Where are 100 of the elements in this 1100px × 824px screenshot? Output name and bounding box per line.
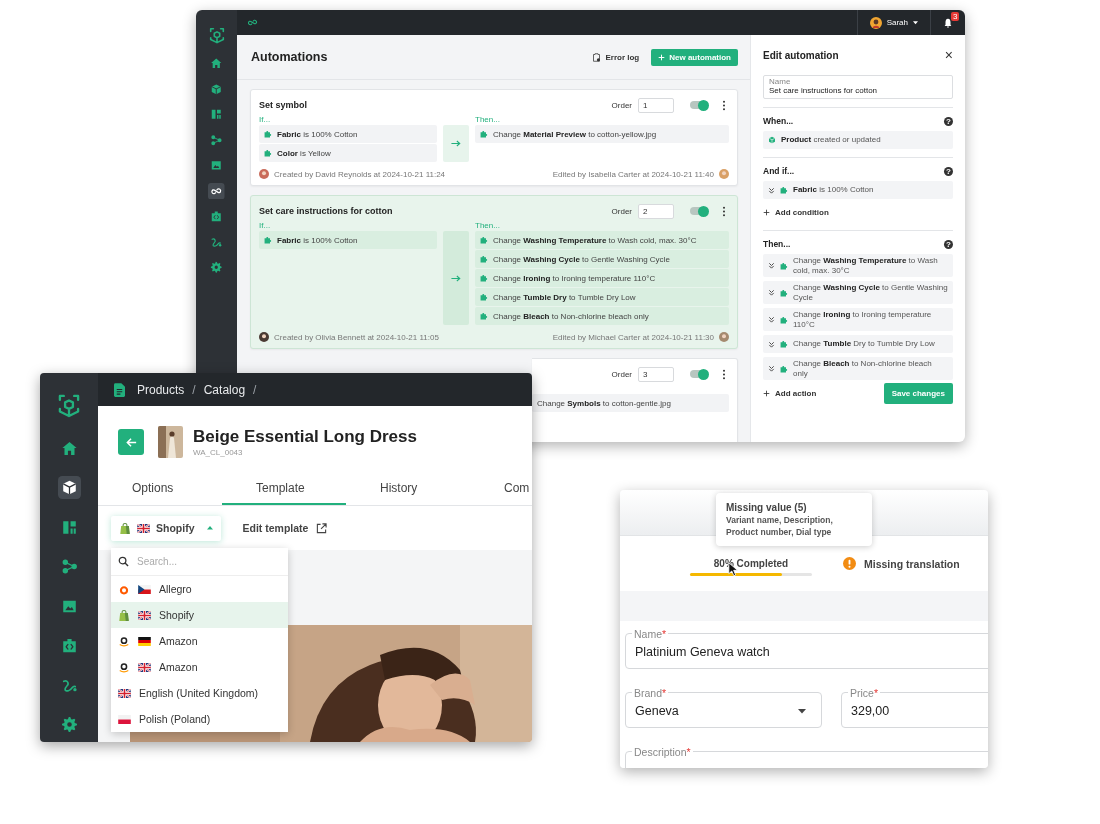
toggle-switch[interactable] xyxy=(690,207,708,215)
smile-logo-icon xyxy=(118,660,130,674)
more-icon[interactable] xyxy=(722,205,726,217)
puzzle-icon xyxy=(264,149,272,157)
avatar xyxy=(259,332,269,342)
uk-flag-icon xyxy=(137,523,150,533)
product-code: WA_CL_0043 xyxy=(193,448,244,457)
dropdown-option[interactable]: Polish (Poland) xyxy=(111,706,288,732)
dropdown-option[interactable]: Amazon xyxy=(111,654,288,680)
help-icon[interactable]: ? xyxy=(944,166,953,176)
uk-flag-icon xyxy=(138,662,151,672)
action-row[interactable]: Change Tumble Dry to Tumble Dry Low xyxy=(475,288,729,306)
link-icon[interactable] xyxy=(208,182,225,199)
order-field[interactable]: 1 xyxy=(638,97,674,113)
puzzle-icon xyxy=(480,274,488,282)
warning-icon xyxy=(843,557,856,570)
field-label: Name* xyxy=(634,628,667,640)
arrow-icon xyxy=(451,274,461,282)
logo-icon[interactable] xyxy=(207,26,226,44)
automation-card[interactable]: Order 3 Change Symbols to cotton-gentle.jpg xyxy=(532,358,738,442)
puzzle-icon xyxy=(780,340,788,348)
double-chevron-icon[interactable] xyxy=(768,340,775,348)
avatar xyxy=(259,169,269,179)
double-chevron-icon[interactable] xyxy=(768,289,775,296)
user-menu[interactable]: Sarah xyxy=(856,10,931,35)
add-button[interactable]: Add action xyxy=(763,389,817,398)
action-row[interactable]: Change Bleach to Non-chlorine bleach only xyxy=(475,307,729,325)
section-title: When... xyxy=(763,116,794,126)
double-chevron-icon[interactable] xyxy=(768,186,775,194)
tab[interactable]: Options xyxy=(98,472,222,505)
double-chevron-icon[interactable] xyxy=(768,262,775,269)
trigger-row[interactable]: Product created or updated xyxy=(763,131,953,149)
edit-template-link[interactable]: Edit template xyxy=(242,522,328,534)
avatar xyxy=(719,332,729,342)
toggle-switch[interactable] xyxy=(690,370,708,378)
smile-logo-icon xyxy=(118,634,130,648)
help-icon[interactable]: ? xyxy=(944,116,953,126)
double-chevron-icon[interactable] xyxy=(768,316,775,323)
order-field[interactable]: 3 xyxy=(638,366,674,382)
panel-title: Edit automation xyxy=(763,49,839,61)
action-row[interactable]: Change Washing Cycle to Gentle Washing Cycle xyxy=(763,281,953,304)
tab[interactable]: Com xyxy=(470,472,530,505)
dropdown-option[interactable]: English (United Kingdom) xyxy=(111,680,288,706)
uk-flag-icon xyxy=(138,610,151,620)
automation-title: Set symbol xyxy=(259,100,307,110)
condition-row[interactable]: Fabric is 100% Cotton xyxy=(259,231,437,249)
back-button[interactable] xyxy=(118,429,144,455)
dropdown-option[interactable]: Allegro xyxy=(111,576,288,602)
action-row[interactable]: Change Washing Cycle to Gentle Washing Cycle xyxy=(475,250,729,268)
breadcrumb-link[interactable]: Catalog xyxy=(203,382,246,397)
tab[interactable]: Template xyxy=(222,472,346,505)
puzzle-icon xyxy=(480,312,488,320)
if-label: If... xyxy=(259,115,272,124)
help-icon[interactable]: ? xyxy=(944,239,953,249)
notification-badge: 3 xyxy=(951,12,960,21)
breadcrumb-separator: / xyxy=(192,382,196,397)
field-label: Description* xyxy=(634,746,691,758)
add-button[interactable]: Add condition xyxy=(763,207,829,217)
action-row[interactable]: Change Washing Temperature to Wash cold, max. 30°C xyxy=(763,254,953,277)
condition-row[interactable]: Fabric is 100% Cotton xyxy=(259,125,437,143)
then-label: Then... xyxy=(475,221,501,230)
order-field[interactable]: 2 xyxy=(638,203,674,219)
action-row[interactable]: Change Ironing to Ironing temperature 110°C xyxy=(475,269,729,287)
gear-icon[interactable] xyxy=(208,259,225,276)
tab[interactable]: History xyxy=(346,472,470,505)
dropdown-option[interactable]: Amazon xyxy=(111,628,288,654)
more-icon[interactable] xyxy=(722,368,726,380)
close-button[interactable]: × xyxy=(944,48,953,62)
channel-dropdown[interactable]: Shopify xyxy=(111,515,221,541)
more-icon[interactable] xyxy=(722,99,726,111)
logo-icon[interactable] xyxy=(56,392,82,418)
condition-row[interactable]: Fabric is 100% Cotton xyxy=(763,181,953,199)
action-row[interactable]: Change Symbols to cotton-gentle.jpg xyxy=(532,394,729,412)
then-label: Then... xyxy=(475,115,501,124)
plus-icon xyxy=(763,208,770,216)
caret-icon xyxy=(206,526,213,530)
condition-row[interactable]: Color is Yellow xyxy=(259,144,437,162)
created-note: Created by Olivia Bennett at 2024-10-21 11:05 xyxy=(274,332,439,342)
action-row[interactable]: Change Bleach to Non-chlorine bleach only xyxy=(763,357,953,380)
puzzle-icon xyxy=(480,236,488,244)
cube-icon[interactable] xyxy=(57,476,81,499)
external-link-icon xyxy=(316,522,328,534)
breadcrumb-link[interactable]: Products xyxy=(137,382,185,397)
puzzle-icon xyxy=(480,255,488,263)
bell-icon[interactable] xyxy=(943,17,953,28)
double-chevron-icon[interactable] xyxy=(768,365,775,372)
puzzle-icon xyxy=(264,236,272,244)
puzzle-icon xyxy=(780,186,788,194)
order-label: Order xyxy=(611,100,632,110)
field-label: Brand* xyxy=(634,687,667,699)
action-row[interactable]: Change Material Preview to cotton-yellow.jpg xyxy=(475,125,729,143)
action-row[interactable]: Change Tumble Dry to Tumble Dry Low xyxy=(763,335,953,353)
action-row[interactable]: Change Ironing to Ironing temperature 110°C xyxy=(763,308,953,331)
action-row[interactable]: Change Washing Temperature to Wash cold, max. 30°C xyxy=(475,231,729,249)
name-field[interactable]: Name Set care instructions for cotton xyxy=(763,75,953,99)
dropdown-option[interactable]: Shopify xyxy=(111,602,288,628)
completion-label: 80% Completed xyxy=(713,557,789,569)
toggle-switch[interactable] xyxy=(690,101,708,109)
error-log-button[interactable]: Error log xyxy=(592,52,640,62)
tooltip-title: Missing value (5) xyxy=(726,502,808,513)
